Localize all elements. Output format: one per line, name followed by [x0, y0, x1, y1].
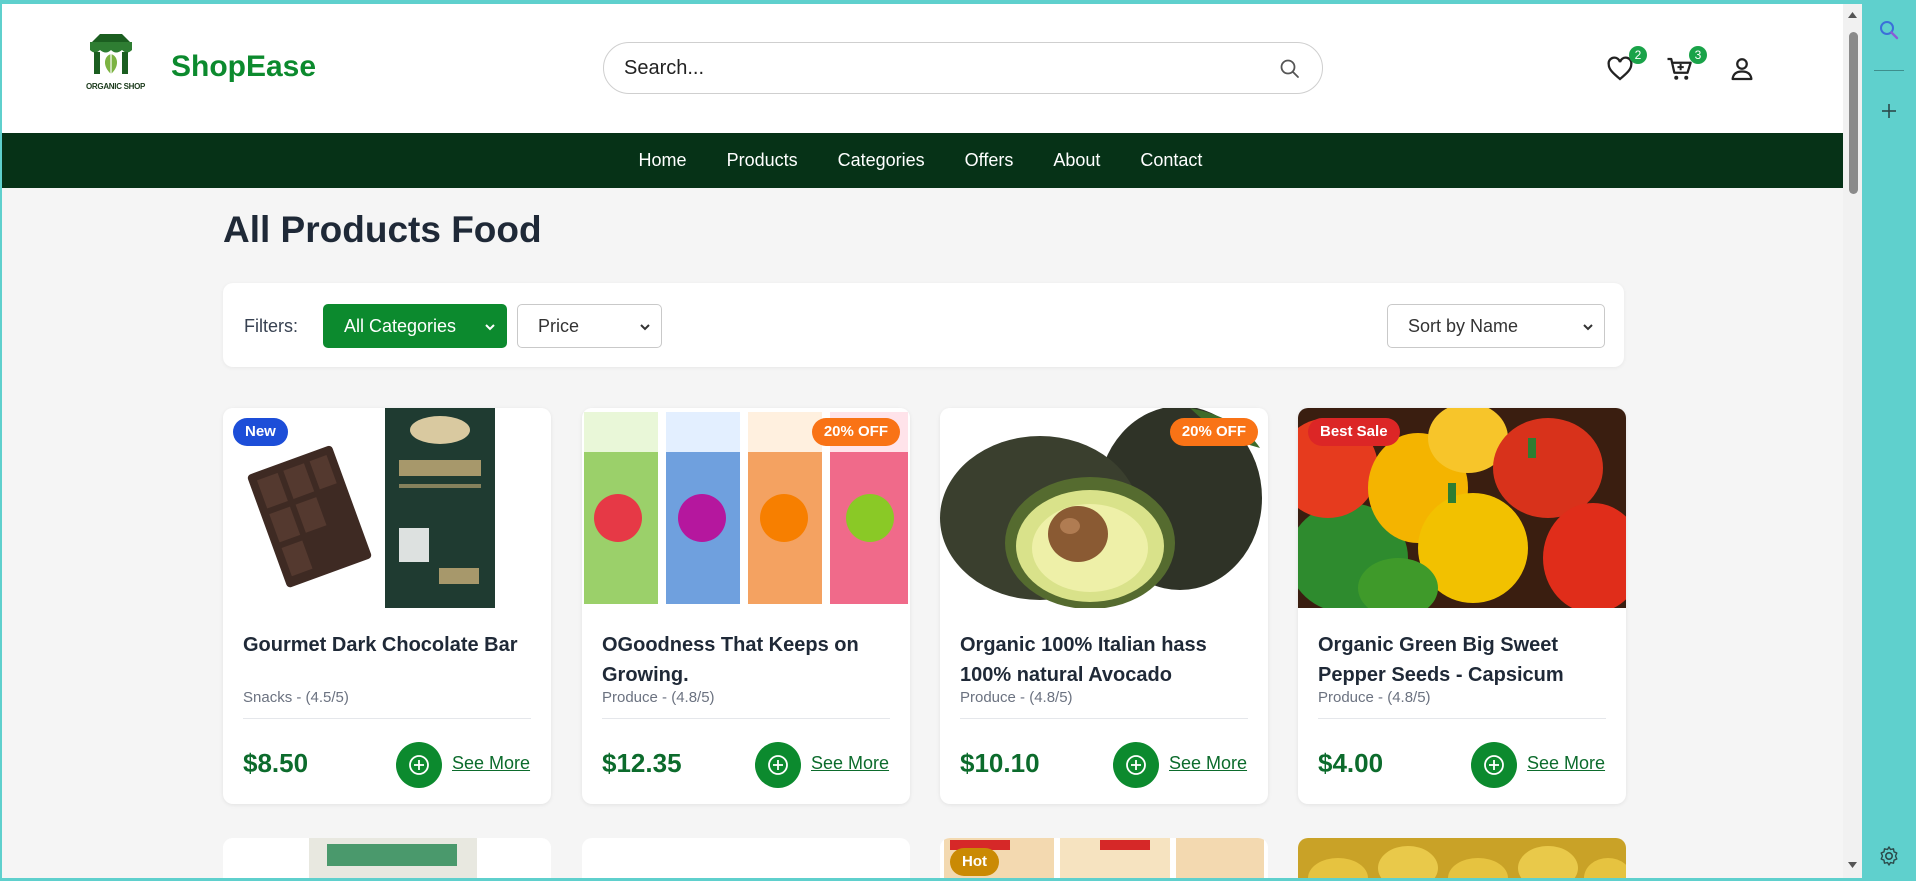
user-icon — [1731, 58, 1753, 81]
product-price: $12.35 — [602, 748, 682, 778]
add-to-cart-button[interactable] — [396, 742, 442, 788]
product-card[interactable]: Best Sale Organic Green Big Sweet Pepper… — [1298, 408, 1626, 804]
chevron-down-icon — [485, 324, 495, 331]
scroll-up-icon[interactable] — [1847, 10, 1858, 20]
search-bar — [603, 42, 1323, 94]
nav-item-offers[interactable]: Offers — [945, 150, 1034, 171]
product-badge: Best Sale — [1308, 418, 1400, 446]
search-input[interactable] — [624, 53, 1264, 83]
price-select-value: Price — [538, 316, 580, 336]
add-to-cart-button[interactable] — [755, 742, 801, 788]
plus-icon[interactable] — [1877, 99, 1901, 123]
product-card[interactable]: 20% OFF OGoodness That Keeps on Growing.… — [582, 408, 910, 804]
cart-count-badge: 3 — [1689, 46, 1707, 64]
product-meta: Produce - (4.8/5) — [1318, 689, 1431, 706]
browser-viewport: ORGANIC SHOP ShopEase 2 3 — [2, 4, 1844, 878]
product-price: $4.00 — [1318, 748, 1384, 778]
nav-item-categories[interactable]: Categories — [818, 150, 945, 171]
nav-item-contact[interactable]: Contact — [1120, 150, 1222, 171]
logo-text: ORGANIC SHOP — [86, 82, 146, 91]
product-badge: 20% OFF — [1169, 418, 1258, 446]
product-badge: New — [233, 418, 288, 446]
category-select-value: All Categories — [344, 316, 457, 336]
chevron-down-icon — [1583, 324, 1593, 331]
sort-select[interactable]: Sort by Name — [1387, 304, 1605, 348]
card-divider — [243, 718, 531, 719]
product-title[interactable]: Gourmet Dark Chocolate Bar — [243, 630, 538, 660]
nav-item-home[interactable]: Home — [619, 150, 707, 171]
brand-name[interactable]: ShopEase — [171, 50, 316, 84]
sort-select-value: Sort by Name — [1408, 316, 1519, 336]
scroll-down-icon[interactable] — [1847, 860, 1858, 870]
chevron-down-icon — [640, 324, 650, 331]
see-more-link[interactable]: See More — [452, 753, 530, 774]
main-navigation: Home Products Categories Offers About Co… — [2, 133, 1844, 188]
product-image-rice-bag — [223, 838, 551, 878]
gear-icon[interactable] — [1877, 844, 1901, 868]
browser-side-panel — [1862, 0, 1916, 881]
account-button[interactable] — [1727, 54, 1757, 84]
product-image-bananas — [1298, 838, 1626, 878]
plus-circle-icon — [1126, 755, 1146, 775]
product-meta: Produce - (4.8/5) — [960, 689, 1073, 706]
nav-item-about[interactable]: About — [1033, 150, 1120, 171]
plus-circle-icon — [768, 755, 788, 775]
see-more-link[interactable]: See More — [1527, 753, 1605, 774]
filters-label: Filters: — [244, 316, 298, 336]
product-card[interactable]: New Gourmet Dark Chocolate Bar Snacks - … — [223, 408, 551, 804]
product-title[interactable]: OGoodness That Keeps on Growing. — [602, 630, 897, 690]
product-card[interactable]: Hot — [940, 838, 1268, 878]
page-title: All Products Food — [223, 209, 542, 250]
storefront-logo-icon — [90, 34, 132, 74]
card-divider — [602, 718, 890, 719]
site-header: ORGANIC SHOP ShopEase 2 3 — [2, 4, 1844, 133]
scrollbar-thumb[interactable] — [1849, 32, 1858, 194]
side-divider — [1874, 70, 1904, 71]
wishlist-button[interactable]: 2 — [1605, 46, 1647, 84]
card-divider — [1318, 718, 1606, 719]
nav-item-products[interactable]: Products — [707, 150, 818, 171]
product-price: $10.10 — [960, 748, 1040, 778]
filters-bar: Filters: All Categories Price Sort by Na… — [223, 283, 1624, 367]
product-price: $8.50 — [243, 748, 309, 778]
search-icon[interactable] — [1877, 18, 1901, 42]
category-select[interactable]: All Categories — [323, 304, 507, 348]
card-divider — [960, 718, 1248, 719]
plus-circle-icon — [1484, 755, 1504, 775]
product-meta: Produce - (4.8/5) — [602, 689, 715, 706]
product-badge-hot: Hot — [950, 848, 999, 876]
product-card[interactable]: 20% OFF Organic 100% Italian hass 100% n… — [940, 408, 1268, 804]
product-meta: Snacks - (4.5/5) — [243, 689, 349, 706]
add-to-cart-button[interactable] — [1471, 742, 1517, 788]
product-title[interactable]: Organic 100% Italian hass 100% natural A… — [960, 630, 1255, 690]
product-title[interactable]: Organic Green Big Sweet Pepper Seeds - C… — [1318, 630, 1613, 690]
see-more-link[interactable]: See More — [1169, 753, 1247, 774]
product-badge: 20% OFF — [811, 418, 900, 446]
cart-button[interactable]: 3 — [1665, 46, 1707, 84]
organic-shop-logo[interactable]: ORGANIC SHOP — [78, 32, 146, 102]
product-card[interactable] — [1298, 838, 1626, 878]
wishlist-count-badge: 2 — [1629, 46, 1647, 64]
product-card[interactable] — [223, 838, 551, 878]
add-to-cart-button[interactable] — [1113, 742, 1159, 788]
product-card[interactable] — [582, 838, 910, 878]
page-scrollbar[interactable] — [1843, 4, 1862, 878]
search-icon[interactable] — [1278, 57, 1302, 81]
price-select[interactable]: Price — [517, 304, 662, 348]
plus-circle-icon — [409, 755, 429, 775]
see-more-link[interactable]: See More — [811, 753, 889, 774]
